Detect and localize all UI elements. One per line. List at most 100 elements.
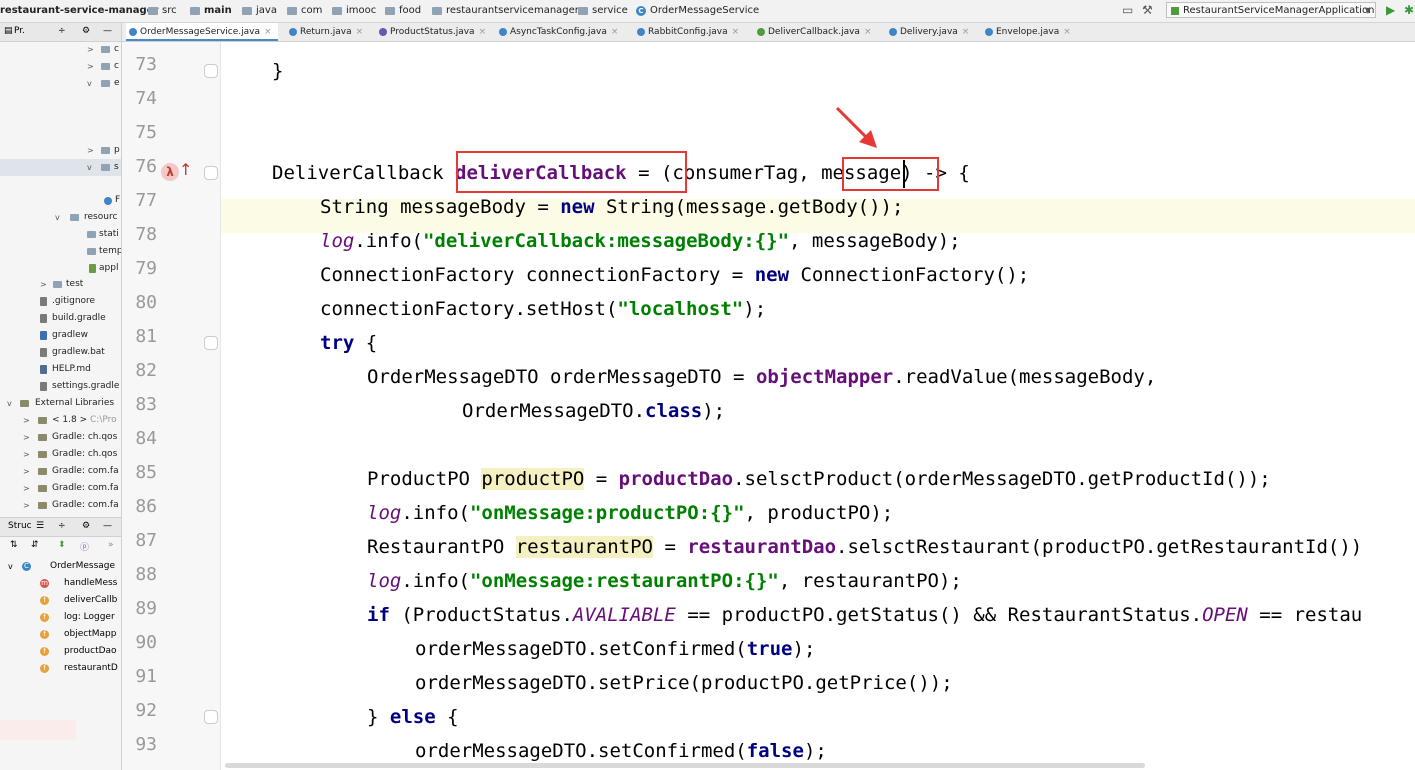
structure-item[interactable]: f deliverCallb <box>0 592 121 609</box>
tree-item[interactable]: > c <box>0 58 121 75</box>
library-icon <box>38 417 47 424</box>
structure-item[interactable]: f objectMapp <box>0 626 121 643</box>
structure-item[interactable]: v C OrderMessage <box>0 558 121 575</box>
field-icon: f <box>40 630 49 639</box>
annotation-arrow-icon <box>835 106 877 148</box>
tab-envelope[interactable]: Envelope.java × <box>982 23 1082 41</box>
sort-visibility-icon[interactable]: ⇵ <box>31 540 39 550</box>
tree-item[interactable]: ve <box>0 75 121 92</box>
tree-item[interactable]: v External Libraries <box>0 395 121 412</box>
fold-marker[interactable] <box>204 336 218 350</box>
sort-alpha-icon[interactable]: ⇅ <box>10 540 18 550</box>
tree-item[interactable]: F <box>0 192 121 209</box>
fold-marker[interactable] <box>204 166 218 180</box>
debug-icon[interactable]: ✱ <box>1404 3 1414 17</box>
horizontal-scrollbar[interactable] <box>225 763 1145 768</box>
lambda-icon[interactable]: λ <box>161 163 179 181</box>
breadcrumb-service[interactable]: service <box>578 4 628 18</box>
breadcrumb-class[interactable]: C OrderMessageService <box>636 4 759 18</box>
structure-item[interactable]: f productDao <box>0 643 121 660</box>
close-icon[interactable]: × <box>479 27 487 37</box>
blurred-overlay <box>0 720 76 740</box>
hide-icon[interactable]: — <box>103 26 112 36</box>
breadcrumb-com[interactable]: com <box>287 4 322 18</box>
gear-icon[interactable]: ⚙ <box>82 521 90 531</box>
tree-item[interactable]: gradlew <box>0 327 121 344</box>
tab-ordermessageservice[interactable]: OrderMessageService.java × <box>126 23 278 41</box>
gear-icon[interactable]: ⚙ <box>82 26 90 36</box>
tree-item[interactable]: build.gradle <box>0 310 121 327</box>
tree-item[interactable]: temp <box>0 243 121 260</box>
close-icon[interactable]: × <box>611 27 619 37</box>
close-icon[interactable]: × <box>864 27 872 37</box>
close-icon[interactable]: × <box>264 27 272 37</box>
code-line-89: if (ProductStatus.AVALIABLE == productPO… <box>367 604 1363 626</box>
field-icon: f <box>40 647 49 656</box>
project-panel-title[interactable]: Pr. <box>14 26 25 36</box>
fold-marker[interactable] <box>204 710 218 724</box>
run-icon[interactable]: ▶ <box>1386 3 1395 17</box>
close-icon[interactable]: × <box>962 27 970 37</box>
implements-arrow-icon[interactable]: ↑ <box>179 160 192 179</box>
tree-item[interactable]: .gitignore <box>0 293 121 310</box>
tree-item[interactable]: > Gradle: com.fa <box>0 497 121 514</box>
annotation-box-delivercallback <box>456 151 687 193</box>
tree-item[interactable]: > Gradle: com.fa <box>0 480 121 497</box>
tree-item[interactable]: > < 1.8 > C:\Pro <box>0 412 121 429</box>
layout-icon[interactable]: ▭ <box>1122 3 1133 17</box>
show-inherited-icon[interactable]: ⬍ <box>58 540 66 550</box>
close-icon[interactable]: × <box>732 27 740 37</box>
enum-icon <box>379 28 387 36</box>
tree-item[interactable]: settings.gradle <box>0 378 121 395</box>
code-editor[interactable]: } DeliverCallback deliverCallback = (con… <box>221 42 1415 770</box>
tree-item[interactable]: > Gradle: ch.qos <box>0 446 121 463</box>
more-icon[interactable]: » <box>108 540 114 550</box>
tree-item[interactable]: gradlew.bat <box>0 344 121 361</box>
collapse-icon[interactable]: ÷ <box>58 521 66 531</box>
fold-marker[interactable] <box>204 64 218 78</box>
breadcrumb-src[interactable]: src <box>148 4 177 18</box>
tree-item[interactable]: appl <box>0 260 121 277</box>
tab-delivercallback[interactable]: DeliverCallback.java × <box>754 23 878 41</box>
show-properties-icon[interactable]: ⓟ <box>80 540 89 553</box>
breadcrumb-main[interactable]: main <box>190 4 232 18</box>
tree-item[interactable]: stati <box>0 226 121 243</box>
structure-item[interactable]: f log: Logger <box>0 609 121 626</box>
chevron-down-icon: ▼ <box>1364 6 1371 15</box>
tree-item[interactable]: > p <box>0 142 121 159</box>
run-configuration-select[interactable]: RestaurantServiceManagerApplication ▼ <box>1166 2 1376 18</box>
breadcrumb-java[interactable]: java <box>242 4 277 18</box>
tree-item[interactable]: > test <box>0 276 121 293</box>
folder-icon <box>101 164 110 171</box>
tab-asynctaskconfig[interactable]: AsyncTaskConfig.java × <box>496 23 626 41</box>
structure-item[interactable]: f restaurantD <box>0 660 121 677</box>
tab-return[interactable]: Return.java × <box>286 23 374 41</box>
breadcrumb-imooc[interactable]: imooc <box>332 4 376 18</box>
structure-panel-title[interactable]: Struc <box>8 521 32 531</box>
tab-rabbitconfig[interactable]: RabbitConfig.java × <box>634 23 744 41</box>
line-number: 86 <box>135 496 157 517</box>
tab-delivery[interactable]: Delivery.java × <box>886 23 982 41</box>
hammer-icon[interactable]: ⚒ <box>1142 3 1153 17</box>
tree-item[interactable]: > Gradle: ch.qos <box>0 429 121 446</box>
tree-item[interactable]: > c <box>0 41 121 58</box>
close-icon[interactable]: × <box>356 27 364 37</box>
folder-icon <box>70 214 79 221</box>
structure-item[interactable]: m handleMess <box>0 575 121 592</box>
tree-item[interactable]: > Gradle: com.fa <box>0 463 121 480</box>
tree-item[interactable]: HELP.md <box>0 361 121 378</box>
tree-item[interactable]: vs <box>0 159 121 176</box>
tree-item[interactable]: v resourc <box>0 209 121 226</box>
folder-icon <box>148 7 158 15</box>
hide-icon[interactable]: — <box>103 521 112 531</box>
collapse-icon[interactable]: ÷ <box>58 26 66 36</box>
file-icon <box>40 297 47 306</box>
breadcrumb-project[interactable]: restaurant-service-manager <box>0 4 158 18</box>
close-icon[interactable]: × <box>1063 27 1071 37</box>
code-line-78: log.info("deliverCallback:messageBody:{}… <box>320 230 961 252</box>
code-line-79: ConnectionFactory connectionFactory = ne… <box>320 264 1030 286</box>
sort-icon[interactable]: ☰ <box>36 521 44 531</box>
breadcrumb-restaurantservicemanager[interactable]: restaurantservicemanager <box>432 4 579 18</box>
tab-productstatus[interactable]: ProductStatus.java × <box>376 23 494 41</box>
breadcrumb-food[interactable]: food <box>385 4 421 18</box>
